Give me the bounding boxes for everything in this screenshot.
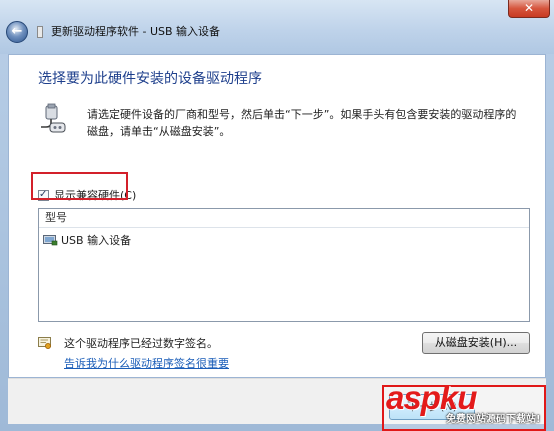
page-heading: 选择要为此硬件安装的设备驱动程序 bbox=[38, 71, 262, 87]
close-icon: ✕ bbox=[523, 1, 535, 15]
instructions-text: 请选定硬件设备的厂商和型号，然后单击“下一步”。如果手头有包含要安装的驱动程序的… bbox=[87, 108, 517, 138]
back-arrow-icon: ← bbox=[11, 24, 23, 39]
certificate-icon bbox=[38, 337, 51, 349]
back-button[interactable]: ← bbox=[6, 21, 28, 43]
wizard-content: 选择要为此硬件安装的设备驱动程序 请选定硬件设备的厂商和型号，然后单击“下一步”… bbox=[8, 54, 546, 378]
selection-highlight bbox=[31, 172, 128, 200]
watermark-logo-text: aspku bbox=[386, 379, 477, 416]
list-item[interactable]: USB 输入设备 bbox=[43, 231, 131, 249]
signature-status: 这个驱动程序已经过数字签名。 bbox=[38, 335, 218, 351]
watermark-subtext: 免费网站源码下载站! bbox=[446, 414, 541, 425]
close-button[interactable]: ✕ bbox=[508, 0, 550, 18]
hardware-device-icon bbox=[41, 103, 66, 133]
list-item-label: USB 输入设备 bbox=[61, 234, 132, 247]
model-column-header: 型号 bbox=[39, 209, 529, 228]
usb-device-icon bbox=[37, 26, 43, 38]
watermark-logo: aspku bbox=[386, 379, 477, 416]
column-header-label: 型号 bbox=[45, 211, 67, 224]
model-listbox[interactable]: 型号 USB 输入设备 bbox=[38, 208, 530, 322]
signing-info-link[interactable]: 告诉我为什么驱动程序签名很重要 bbox=[64, 357, 229, 371]
usb-device-icon bbox=[43, 235, 58, 246]
have-disk-button[interactable]: 从磁盘安装(H)... bbox=[422, 332, 530, 354]
window-title: 更新驱动程序软件 - USB 输入设备 bbox=[51, 25, 221, 38]
signed-text: 这个驱动程序已经过数字签名。 bbox=[64, 337, 218, 350]
